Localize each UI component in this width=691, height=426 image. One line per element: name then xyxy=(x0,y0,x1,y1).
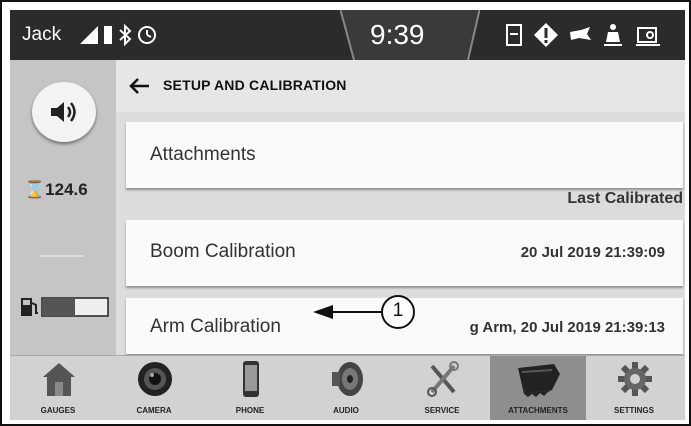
display-frame: Jack 9:39 ⌛124.6 SETUP AND CALIBRATION A… xyxy=(0,0,691,426)
screen: Jack 9:39 ⌛124.6 SETUP AND CALIBRATION A… xyxy=(10,10,685,420)
arm-calibration-date: g Arm, 20 Jul 2019 21:39:13 xyxy=(469,319,665,336)
attachments-row[interactable]: Attachments xyxy=(126,122,683,188)
nav-camera[interactable]: CAMERA xyxy=(106,356,202,420)
boom-calibration-date: 20 Jul 2019 21:39:09 xyxy=(520,244,665,261)
side-panel: ⌛124.6 xyxy=(10,60,116,355)
last-calibrated-label: Last Calibrated xyxy=(567,190,683,207)
nav-audio[interactable]: AUDIO xyxy=(298,356,394,420)
nav-label: CAMERA xyxy=(136,406,172,415)
signal-icon xyxy=(80,26,98,44)
status-bar: Jack 9:39 xyxy=(10,10,685,60)
speaker-icon xyxy=(332,362,363,396)
fuel-pump-icon xyxy=(21,298,38,316)
seatbelt-icon xyxy=(604,24,622,46)
callout-number: 1 xyxy=(392,300,404,321)
boom-calibration-row[interactable]: Boom Calibration 20 Jul 2019 21:39:09 xyxy=(126,220,683,286)
maintenance-icon xyxy=(506,24,522,46)
hour-meter: ⌛124.6 xyxy=(24,180,88,199)
page-title: SETUP AND CALIBRATION xyxy=(163,77,347,93)
bottom-nav: GAUGES CAMERA PHONE AUDIO SERVICE ATTACH… xyxy=(10,355,685,420)
house-icon xyxy=(43,363,75,396)
battery-icon xyxy=(104,26,112,44)
nav-attachments[interactable]: ATTACHMENTS xyxy=(490,356,586,420)
wrench-icon xyxy=(427,361,459,397)
engine-oil-icon xyxy=(636,27,660,46)
back-arrow-icon[interactable] xyxy=(128,76,150,96)
fuel-level-bar xyxy=(43,299,75,315)
nav-label: SETTINGS xyxy=(613,406,654,415)
user-name: Jack xyxy=(22,24,62,45)
attachments-label: Attachments xyxy=(150,144,256,165)
nav-label: GAUGES xyxy=(40,406,76,415)
nav-label: PHONE xyxy=(235,406,265,415)
volume-button[interactable] xyxy=(32,82,96,142)
nav-phone[interactable]: PHONE xyxy=(202,356,298,420)
timer-icon xyxy=(138,26,156,44)
hydraulic-icon xyxy=(570,27,591,40)
phone-icon xyxy=(243,361,259,397)
warning-icon xyxy=(534,23,558,47)
nav-gauges[interactable]: GAUGES xyxy=(10,356,106,420)
speaker-icon xyxy=(51,102,76,122)
nav-label: AUDIO xyxy=(333,406,359,415)
header: SETUP AND CALIBRATION xyxy=(116,60,685,112)
nav-label: ATTACHMENTS xyxy=(508,406,568,415)
gear-icon xyxy=(618,362,652,396)
bluetooth-icon xyxy=(119,23,132,47)
nav-settings[interactable]: SETTINGS xyxy=(586,356,682,420)
bucket-icon xyxy=(518,364,560,397)
boom-calibration-label: Boom Calibration xyxy=(150,241,296,262)
arm-calibration-label: Arm Calibration xyxy=(150,316,281,337)
clock: 9:39 xyxy=(370,19,425,50)
fuel-gauge xyxy=(20,295,110,324)
camera-icon xyxy=(138,362,172,396)
side-divider xyxy=(40,255,84,257)
nav-label: SERVICE xyxy=(424,406,460,415)
nav-service[interactable]: SERVICE xyxy=(394,356,490,420)
